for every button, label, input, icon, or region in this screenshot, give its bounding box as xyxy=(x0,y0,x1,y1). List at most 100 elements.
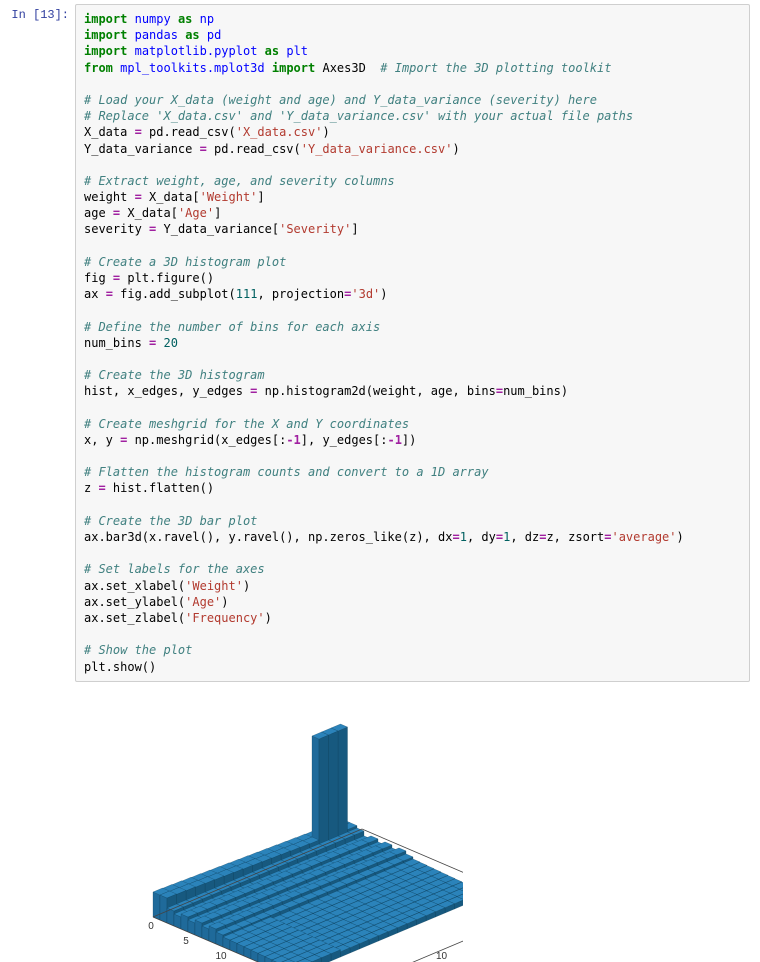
svg-text:0: 0 xyxy=(148,921,154,932)
code: Y_data_variance[ xyxy=(156,222,279,236)
op: = xyxy=(135,190,142,204)
alias: pd xyxy=(207,28,221,42)
comment: # Show the plot xyxy=(84,643,192,657)
string: 'X_data.csv' xyxy=(236,125,323,139)
input-prompt: In [13]: xyxy=(0,0,75,682)
code: z xyxy=(84,481,98,495)
string: 'Weight' xyxy=(200,190,258,204)
op: = xyxy=(135,125,142,139)
code: ], y_edges[: xyxy=(301,433,388,447)
code: num_bins) xyxy=(503,384,568,398)
code: , projection xyxy=(257,287,344,301)
string: 'Severity' xyxy=(279,222,351,236)
string: 'Age' xyxy=(178,206,214,220)
kw-from: from xyxy=(84,61,113,75)
num: 111 xyxy=(236,287,258,301)
num: -1 xyxy=(387,433,401,447)
code: ax.bar3d(x.ravel(), y.ravel(), np.zeros_… xyxy=(84,530,452,544)
op: = xyxy=(452,530,459,544)
comment: # Flatten the histogram counts and conve… xyxy=(84,465,489,479)
kw-as: as xyxy=(265,44,279,58)
op: = xyxy=(496,384,503,398)
code: X_data[ xyxy=(142,190,200,204)
code: X_data[ xyxy=(120,206,178,220)
chart-3d-histogram: 0510152025051015200200004000060000800001… xyxy=(83,702,463,962)
code: weight xyxy=(84,190,135,204)
comment: # Create the 3D histogram xyxy=(84,368,265,382)
comment: # Create the 3D bar plot xyxy=(84,514,257,528)
svg-text:10: 10 xyxy=(215,951,227,962)
code: ) xyxy=(322,125,329,139)
kw-import: import xyxy=(84,28,127,42)
code: ] xyxy=(214,206,221,220)
comment: # Create a 3D histogram plot xyxy=(84,255,286,269)
num: -1 xyxy=(286,433,300,447)
comment: # Create meshgrid for the X and Y coordi… xyxy=(84,417,409,431)
comment: # Replace 'X_data.csv' and 'Y_data_varia… xyxy=(84,109,633,123)
svg-text:5: 5 xyxy=(183,936,189,947)
comment: # Extract weight, age, and severity colu… xyxy=(84,174,395,188)
chart-svg: 0510152025051015200200004000060000800001… xyxy=(83,702,463,962)
code: ax.set_xlabel( xyxy=(84,579,185,593)
string: 'Weight' xyxy=(185,579,243,593)
kw-as: as xyxy=(185,28,199,42)
code: ] xyxy=(351,222,358,236)
code: Y_data_variance xyxy=(84,142,200,156)
module: mpl_toolkits.mplot3d xyxy=(120,61,265,75)
code: , dy xyxy=(467,530,496,544)
op: = xyxy=(200,142,207,156)
alias: np xyxy=(200,12,214,26)
code: ) xyxy=(265,611,272,625)
code: , dz xyxy=(510,530,539,544)
svg-text:10: 10 xyxy=(436,951,448,962)
code: ) xyxy=(243,579,250,593)
kw-import: import xyxy=(84,12,127,26)
code: x, y xyxy=(84,433,120,447)
code: ax.set_zlabel( xyxy=(84,611,185,625)
op: = xyxy=(106,287,113,301)
code: fig xyxy=(84,271,113,285)
alias: plt xyxy=(286,44,308,58)
kw-import: import xyxy=(84,44,127,58)
name: Axes3D xyxy=(322,61,365,75)
kw-import: import xyxy=(272,61,315,75)
code: ) xyxy=(221,595,228,609)
op: = xyxy=(98,481,105,495)
string: '3d' xyxy=(351,287,380,301)
code: X_data xyxy=(84,125,135,139)
code-cell: In [13]: import numpy as np import panda… xyxy=(0,0,760,682)
code: hist.flatten() xyxy=(106,481,214,495)
module: numpy xyxy=(135,12,171,26)
output-area: 0510152025051015200200004000060000800001… xyxy=(75,702,760,962)
code: plt.show() xyxy=(84,660,156,674)
code: ] xyxy=(257,190,264,204)
comment: # Define the number of bins for each axi… xyxy=(84,320,380,334)
code: ]) xyxy=(402,433,416,447)
code: pd.read_csv( xyxy=(142,125,236,139)
code-input[interactable]: import numpy as np import pandas as pd i… xyxy=(75,4,750,682)
num: 1 xyxy=(460,530,467,544)
code: severity xyxy=(84,222,149,236)
code: plt.figure() xyxy=(120,271,214,285)
code: z, zsort xyxy=(546,530,604,544)
code: ) xyxy=(677,530,684,544)
code: pd.read_csv( xyxy=(207,142,301,156)
op: = xyxy=(496,530,503,544)
code: ax xyxy=(84,287,106,301)
code: hist, x_edges, y_edges xyxy=(84,384,250,398)
module: pandas xyxy=(135,28,178,42)
comment: # Import the 3D plotting toolkit xyxy=(380,61,611,75)
string: 'Frequency' xyxy=(185,611,264,625)
code: age xyxy=(84,206,113,220)
code: ) xyxy=(452,142,459,156)
code: num_bins xyxy=(84,336,149,350)
string: 'Y_data_variance.csv' xyxy=(301,142,453,156)
code: ) xyxy=(380,287,387,301)
code: np.meshgrid(x_edges[: xyxy=(127,433,286,447)
code: fig.add_subplot( xyxy=(113,287,236,301)
comment: # Load your X_data (weight and age) and … xyxy=(84,93,597,107)
kw-as: as xyxy=(178,12,192,26)
code: ax.set_ylabel( xyxy=(84,595,185,609)
module: matplotlib.pyplot xyxy=(135,44,258,58)
string: 'average' xyxy=(611,530,676,544)
